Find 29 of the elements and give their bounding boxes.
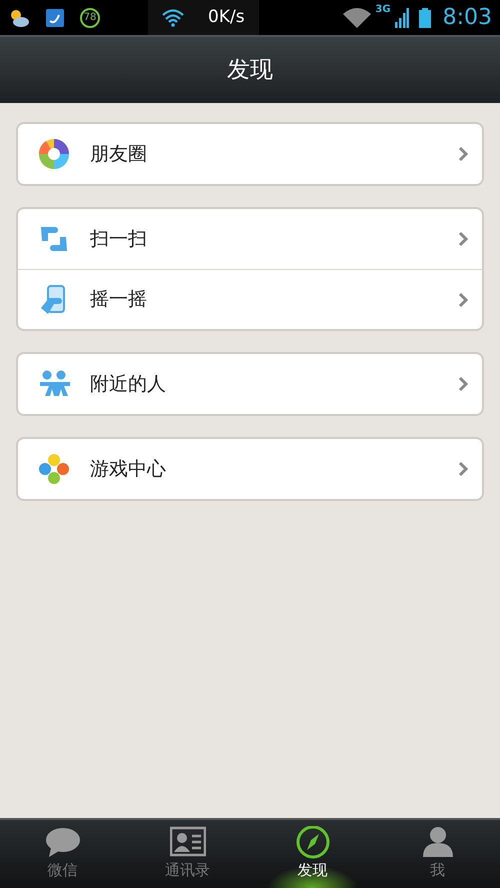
network-type: 3G <box>375 5 391 15</box>
network-speed: 0K/s <box>208 6 245 29</box>
chevron-icon <box>458 461 468 477</box>
battery-icon <box>418 8 431 28</box>
compass-icon <box>294 826 330 859</box>
badge-icon: 78 <box>80 8 100 28</box>
chevron-icon <box>458 231 468 247</box>
tab-button[interactable]: 通讯录 <box>125 820 250 888</box>
list-item[interactable]: 摇一摇 <box>18 269 482 329</box>
wifi-icon <box>343 8 372 28</box>
app-icon <box>46 8 64 26</box>
wifi-icon <box>162 8 184 26</box>
colored-dots-icon <box>38 453 70 485</box>
list-item[interactable]: 附近的人 <box>18 354 482 414</box>
list-item[interactable]: 游戏中心 <box>18 439 482 499</box>
contact-card-icon <box>170 826 206 859</box>
clock-time: 8:03 <box>442 4 492 32</box>
screen-title: 发现 <box>227 56 273 85</box>
list-item[interactable]: 朋友圈 <box>18 124 482 184</box>
tab-button[interactable]: 我 <box>375 820 500 888</box>
list-item[interactable]: 扫一扫 <box>18 209 482 269</box>
signal-icon <box>394 8 409 28</box>
tab-button[interactable]: 微信 <box>0 820 125 888</box>
chevron-icon <box>458 146 468 162</box>
chevron-icon <box>458 376 468 392</box>
aperture-icon <box>38 138 70 170</box>
weather-icon <box>8 8 30 28</box>
chevron-icon <box>458 292 468 308</box>
speech-bubble-icon <box>44 826 80 859</box>
